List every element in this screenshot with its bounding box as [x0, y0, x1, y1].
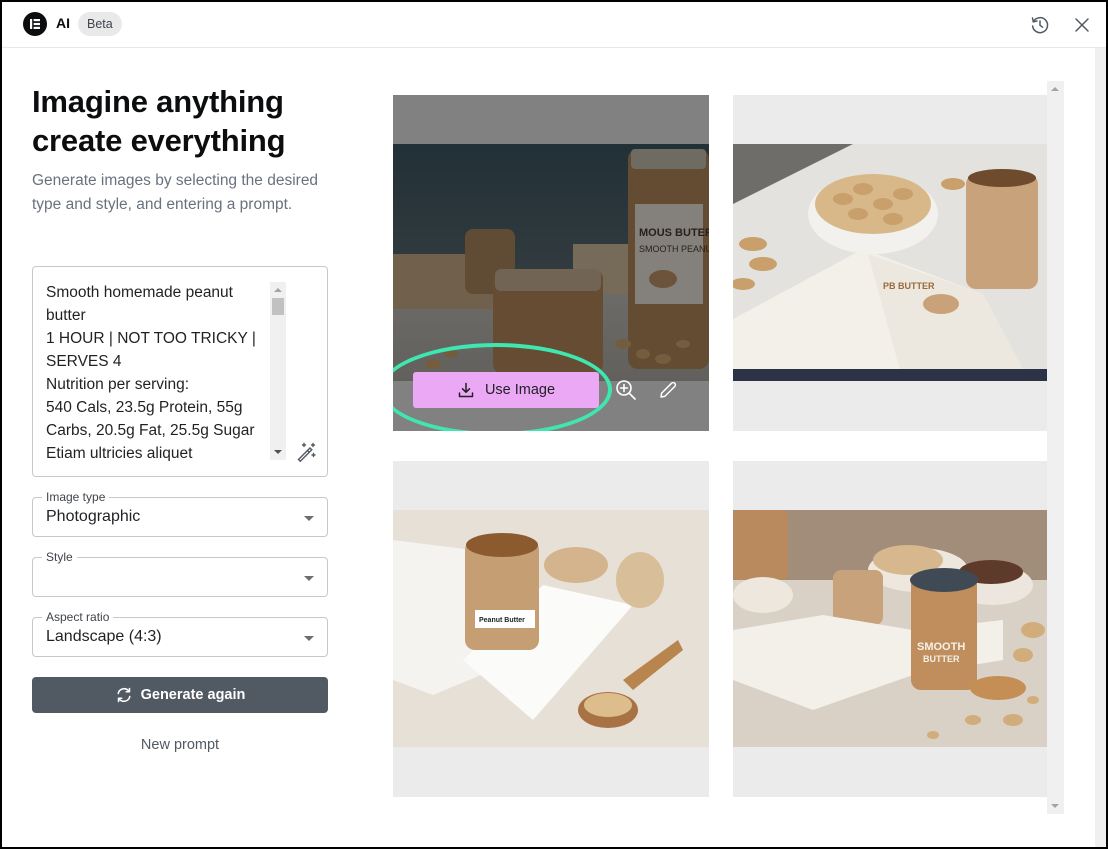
generated-image[interactable]: PB BUTTER	[733, 144, 1049, 381]
prompt-text[interactable]: Smooth homemade peanut butter 1 HOUR | N…	[46, 281, 264, 461]
generate-again-button[interactable]: Generate again	[32, 677, 328, 713]
svg-text:BUTTER: BUTTER	[923, 654, 960, 664]
title-line-1: Imagine anything	[32, 84, 284, 119]
chevron-down-icon	[304, 516, 314, 521]
close-button[interactable]	[1070, 13, 1094, 37]
chevron-down-icon	[304, 576, 314, 581]
beta-badge: Beta	[78, 12, 122, 36]
ai-image-dialog: AI Beta Imagine anything create everythi…	[2, 2, 1106, 847]
image-result-card[interactable]: SMOOTH BUTTER	[733, 461, 1049, 797]
image-type-value: Photographic	[46, 508, 141, 525]
svg-text:Peanut Butter: Peanut Butter	[479, 617, 525, 624]
elementor-logo-icon	[23, 12, 47, 36]
enhance-prompt-button[interactable]	[295, 441, 317, 463]
image-result-card[interactable]: Peanut Butter	[393, 461, 709, 797]
new-prompt-link[interactable]: New prompt	[32, 737, 328, 753]
use-image-label: Use Image	[484, 382, 556, 398]
results-scrollbar[interactable]	[1047, 81, 1064, 814]
style-label: Style	[42, 550, 77, 564]
close-icon	[1075, 18, 1089, 32]
scroll-up-arrow-icon[interactable]	[1051, 87, 1059, 91]
generated-image[interactable]: SMOOTH BUTTER	[733, 510, 1049, 747]
title-line-2: create everything	[32, 123, 286, 158]
app-title: AI	[56, 15, 70, 31]
scroll-down-arrow-icon[interactable]	[274, 450, 282, 454]
magic-wand-icon	[297, 442, 316, 463]
use-image-button[interactable]: Use Image	[413, 372, 599, 408]
zoom-in-icon	[616, 380, 636, 400]
history-icon	[1031, 16, 1049, 34]
image-type-select[interactable]: Image type Photographic	[32, 490, 328, 537]
aspect-ratio-select[interactable]: Aspect ratio Landscape (4:3)	[32, 610, 328, 657]
window-scrollbar[interactable]	[1095, 48, 1106, 847]
history-button[interactable]	[1028, 13, 1052, 37]
edit-image-button[interactable]	[658, 380, 678, 400]
chevron-down-icon	[304, 636, 314, 641]
prompt-scrollbar[interactable]	[270, 282, 286, 460]
aspect-ratio-label: Aspect ratio	[42, 610, 114, 624]
subtitle: Generate images by selecting the desired…	[32, 172, 319, 213]
image-results-grid: MOUS BUTER SMOOTH PEANUT Use	[393, 81, 1065, 814]
dialog-header: AI Beta	[2, 2, 1106, 48]
image-result-card[interactable]: MOUS BUTER SMOOTH PEANUT Use	[393, 95, 709, 431]
scroll-thumb[interactable]	[272, 298, 284, 315]
prompt-textarea[interactable]: Smooth homemade peanut butter 1 HOUR | N…	[32, 266, 328, 477]
page-title: Imagine anything create everything	[32, 82, 332, 160]
refresh-icon	[117, 687, 131, 703]
pencil-icon	[660, 381, 677, 398]
scroll-down-arrow-icon[interactable]	[1051, 804, 1059, 808]
svg-text:SMOOTH: SMOOTH	[917, 641, 965, 653]
style-select[interactable]: Style	[32, 550, 328, 597]
aspect-ratio-value: Landscape (4:3)	[46, 628, 162, 645]
generate-again-label: Generate again	[140, 687, 246, 703]
scroll-up-arrow-icon[interactable]	[274, 288, 282, 292]
svg-text:PB BUTTER: PB BUTTER	[883, 281, 935, 291]
generated-image[interactable]: Peanut Butter	[393, 510, 709, 747]
image-result-card[interactable]: PB BUTTER	[733, 95, 1049, 431]
zoom-image-button[interactable]	[615, 379, 637, 401]
download-icon	[458, 382, 474, 398]
image-type-label: Image type	[42, 490, 110, 504]
